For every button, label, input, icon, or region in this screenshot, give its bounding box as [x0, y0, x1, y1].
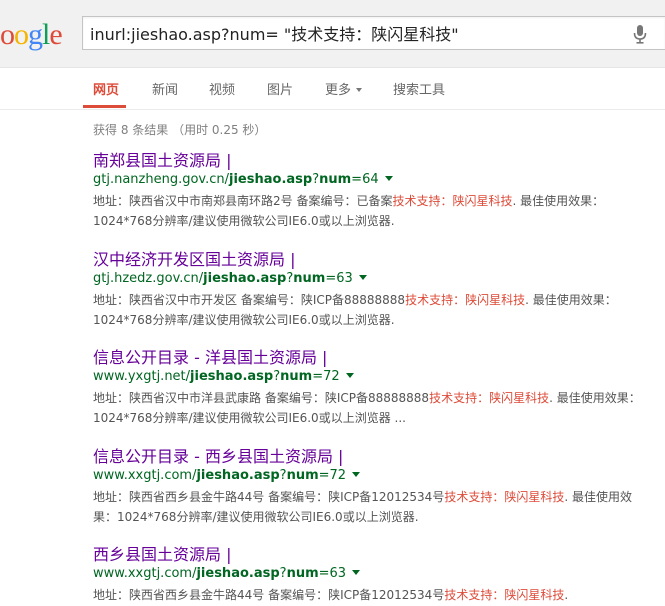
tab-more[interactable]: 更多 [325, 79, 363, 98]
tab-news[interactable]: 新闻 [152, 79, 178, 98]
url-sep: ? [279, 566, 287, 581]
search-result: 汉中经济开发区国土资源局 | gtj.hzedz.gov.cn/jieshao.… [93, 250, 653, 330]
logo-letter: g [28, 18, 43, 51]
search-result: 南郑县国土资源局 | gtj.nanzheng.gov.cn/jieshao.a… [93, 151, 653, 231]
url-host: www.yxgtj.net/ [93, 369, 191, 384]
logo-letter: o [14, 18, 29, 51]
result-url: www.yxgtj.net/jieshao.asp?num=72 [93, 368, 653, 386]
result-title-link[interactable]: 信息公开目录 - 洋县国土资源局 | [93, 348, 653, 368]
result-url: www.xxgtj.com/jieshao.asp?num=63 [93, 565, 653, 583]
result-stats: 获得 8 条结果 （用时 0.25 秒） [93, 123, 267, 137]
result-title-link[interactable]: 西乡县国土资源局 | [93, 545, 653, 565]
search-result: 信息公开目录 - 西乡县国土资源局 | www.xxgtj.com/jiesha… [93, 447, 653, 527]
result-title-link[interactable]: 南郑县国土资源局 | [93, 151, 653, 171]
url-dropdown-icon[interactable] [345, 373, 354, 378]
tab-video[interactable]: 视频 [209, 79, 235, 98]
snippet-highlight: 技术支持：陕闪星科技 [444, 588, 565, 602]
url-param: num [293, 271, 326, 286]
result-title-link[interactable]: 信息公开目录 - 西乡县国土资源局 | [93, 447, 653, 467]
url-path: jieshao.asp [229, 172, 313, 187]
microphone-icon[interactable] [632, 24, 648, 44]
url-tail: =72 [318, 468, 347, 483]
snippet-text: 地址：陕西省汉中市开发区 备案编号：陕ICP备88888888 [93, 293, 406, 307]
snippet-highlight: 技术支持：陕闪星科技 [429, 391, 550, 405]
search-results-page: oogle 网页 新闻 视频 图片 更多 搜索工具 获得 8 条结果 （用时 0… [0, 0, 665, 606]
result-snippet: 地址：陕西省汉中市南郑县南环路2号 备案编号：已备案技术支持：陕闪星科技. 最佳… [93, 191, 653, 231]
tab-search-tools[interactable]: 搜索工具 [393, 79, 445, 98]
url-param: num [286, 566, 319, 581]
result-url: gtj.nanzheng.gov.cn/jieshao.asp?num=64 [93, 171, 653, 189]
url-dropdown-icon[interactable] [384, 176, 393, 181]
url-host: gtj.nanzheng.gov.cn/ [93, 172, 230, 187]
url-sep: ? [279, 468, 287, 483]
url-dropdown-icon[interactable] [352, 570, 361, 575]
url-dropdown-icon[interactable] [352, 472, 361, 477]
tab-more-label: 更多 [325, 83, 352, 98]
search-result: 西乡县国土资源局 | www.xxgtj.com/jieshao.asp?num… [93, 545, 653, 605]
search-header: oogle [0, 0, 665, 68]
google-logo[interactable]: oogle [0, 15, 63, 55]
url-tail: =72 [312, 369, 340, 384]
result-snippet: 地址：陕西省西乡县金牛路44号 备案编号：陕ICP备12012534号技术支持：… [93, 487, 653, 527]
result-snippet: 地址：陕西省汉中市洋县武康路 备案编号：陕ICP备88888888技术支持：陕闪… [93, 388, 653, 428]
result-snippet: 地址：陕西省汉中市开发区 备案编号：陕ICP备88888888技术支持：陕闪星科… [93, 290, 653, 330]
search-result: 信息公开目录 - 洋县国土资源局 | www.yxgtj.net/jieshao… [93, 348, 653, 428]
snippet-text: 地址：陕西省西乡县金牛路44号 备案编号：陕ICP备12012534号 [93, 588, 445, 602]
tab-web[interactable]: 网页 [93, 79, 119, 98]
result-url: gtj.hzedz.gov.cn/jieshao.asp?num=63 [93, 270, 653, 288]
chevron-down-icon [356, 88, 363, 92]
url-path: jieshao.asp [196, 468, 280, 483]
url-param: num [286, 468, 319, 483]
snippet-highlight: 技术支持：陕闪星科技 [405, 293, 526, 307]
snippet-text: . [564, 588, 569, 602]
url-dropdown-icon[interactable] [358, 275, 367, 280]
result-title-link[interactable]: 汉中经济开发区国土资源局 | [93, 250, 653, 270]
logo-letter: l [42, 18, 50, 51]
result-url: www.xxgtj.com/jieshao.asp?num=72 [93, 467, 653, 485]
search-input[interactable] [90, 17, 620, 49]
url-path: jieshao.asp [203, 271, 287, 286]
url-tail: =64 [351, 172, 379, 187]
url-path: jieshao.asp [190, 369, 274, 384]
url-param: num [319, 172, 352, 187]
url-host: gtj.hzedz.gov.cn/ [93, 271, 204, 286]
url-host: www.xxgtj.com/ [93, 566, 197, 581]
snippet-highlight: 技术支持：陕闪星科技 [444, 490, 565, 504]
active-tab-indicator [83, 105, 126, 108]
search-box [82, 16, 665, 50]
logo-letter: o [0, 18, 15, 51]
url-tail: =63 [325, 271, 353, 286]
snippet-text: 地址：陕西省汉中市南郑县南环路2号 备案编号：已备案 [93, 194, 393, 208]
logo-letter: e [49, 18, 62, 51]
url-host: www.xxgtj.com/ [93, 468, 197, 483]
snippet-highlight: 技术支持：陕闪星科技 [392, 194, 513, 208]
result-snippet: 地址：陕西省西乡县金牛路44号 备案编号：陕ICP备12012534号技术支持：… [93, 585, 653, 605]
url-tail: =63 [318, 566, 347, 581]
snippet-text: 地址：陕西省汉中市洋县武康路 备案编号：陕ICP备88888888 [93, 391, 430, 405]
search-tabs: 网页 新闻 视频 图片 更多 搜索工具 [0, 67, 665, 110]
snippet-text: 地址：陕西省西乡县金牛路44号 备案编号：陕ICP备12012534号 [93, 490, 445, 504]
tab-images[interactable]: 图片 [267, 79, 293, 98]
url-param: num [280, 369, 313, 384]
url-path: jieshao.asp [196, 566, 280, 581]
